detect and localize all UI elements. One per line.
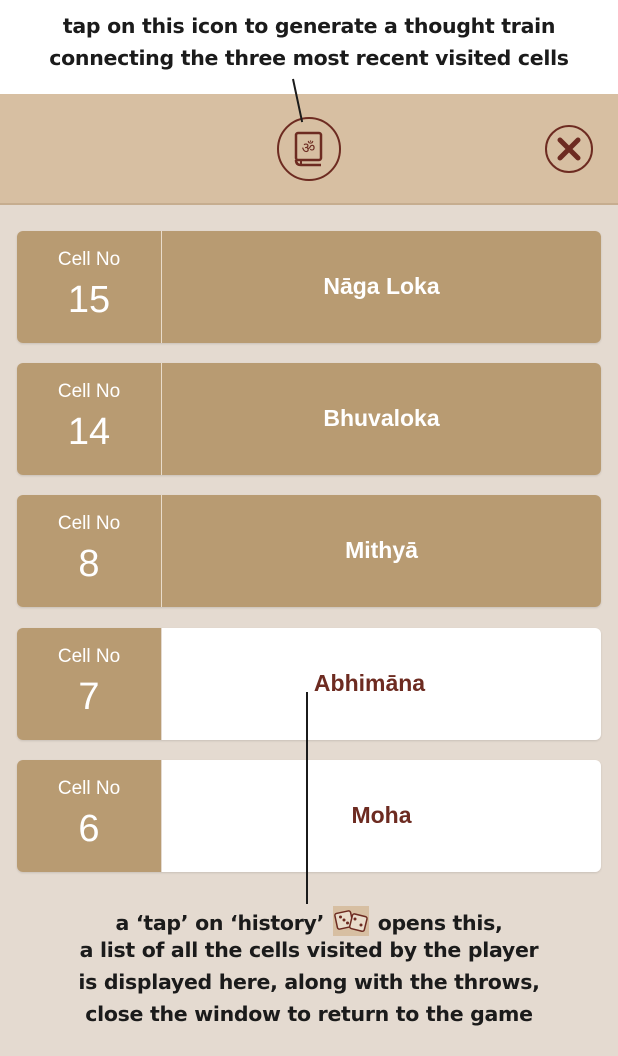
cell-name: Nāga Loka [323, 273, 440, 299]
cell-name: Mithyā [345, 537, 418, 563]
cell-number: 15 [67, 279, 111, 321]
cell-number-box: Cell No 6 [17, 760, 161, 872]
top-annotation-line-2: connecting the three most recent visited… [49, 46, 569, 70]
cell-number-box: Cell No 8 [17, 495, 161, 607]
bottom-annotation-line-2: a list of all the cells visited by the p… [79, 938, 539, 962]
cell-no-label: Cell No [57, 513, 121, 534]
history-row[interactable]: Cell No 8 Mithyā [17, 495, 601, 607]
bottom-annotation-text-a: a ‘tap’ on ‘history’ [115, 911, 325, 935]
cell-name-box: Abhimāna [162, 628, 601, 740]
cell-name-box: Bhuvaloka [162, 363, 601, 475]
cell-no-label: Cell No [57, 778, 121, 799]
close-button[interactable] [545, 125, 593, 173]
cell-number: 14 [67, 411, 111, 453]
top-annotation-line-1: tap on this icon to generate a thought t… [62, 14, 556, 38]
cell-name-box: Nāga Loka [162, 231, 601, 343]
cell-no-label: Cell No [57, 249, 121, 270]
close-x-icon [557, 137, 581, 161]
om-book-icon: ॐ [294, 131, 323, 167]
top-annotation: tap on this icon to generate a thought t… [0, 0, 618, 94]
cell-number-box: Cell No 14 [17, 363, 161, 475]
bottom-annotation-line-4: close the window to return to the game [85, 1002, 533, 1026]
cell-number-box: Cell No 7 [17, 628, 161, 740]
cell-no-label: Cell No [57, 646, 121, 667]
history-header: ॐ [0, 94, 618, 205]
history-row[interactable]: Cell No 6 Moha [17, 760, 601, 872]
bottom-annotation-line-1: a ‘tap’ on ‘history’ opens this, [0, 906, 618, 936]
cell-name: Moha [351, 802, 412, 828]
thought-train-button[interactable]: ॐ [277, 117, 341, 181]
bottom-annotation-line-3: is displayed here, along with the throws… [78, 970, 540, 994]
bottom-annotation-text-b: opens this, [377, 911, 503, 935]
cell-number-box: Cell No 15 [17, 231, 161, 343]
svg-text:ॐ: ॐ [302, 139, 316, 157]
cell-number: 6 [78, 808, 100, 850]
cell-name: Abhimāna [313, 670, 426, 696]
cell-name: Bhuvaloka [323, 405, 440, 431]
cell-no-label: Cell No [57, 381, 121, 402]
annotation-pointer-bottom [306, 692, 308, 904]
cell-number: 8 [78, 543, 100, 585]
cell-number: 7 [78, 676, 100, 718]
dice-icon [332, 906, 369, 936]
history-row[interactable]: Cell No 14 Bhuvaloka [17, 363, 601, 475]
cell-name-box: Moha [162, 760, 601, 872]
history-row[interactable]: Cell No 15 Nāga Loka [17, 231, 601, 343]
history-row[interactable]: Cell No 7 Abhimāna [17, 628, 601, 740]
cell-name-box: Mithyā [162, 495, 601, 607]
